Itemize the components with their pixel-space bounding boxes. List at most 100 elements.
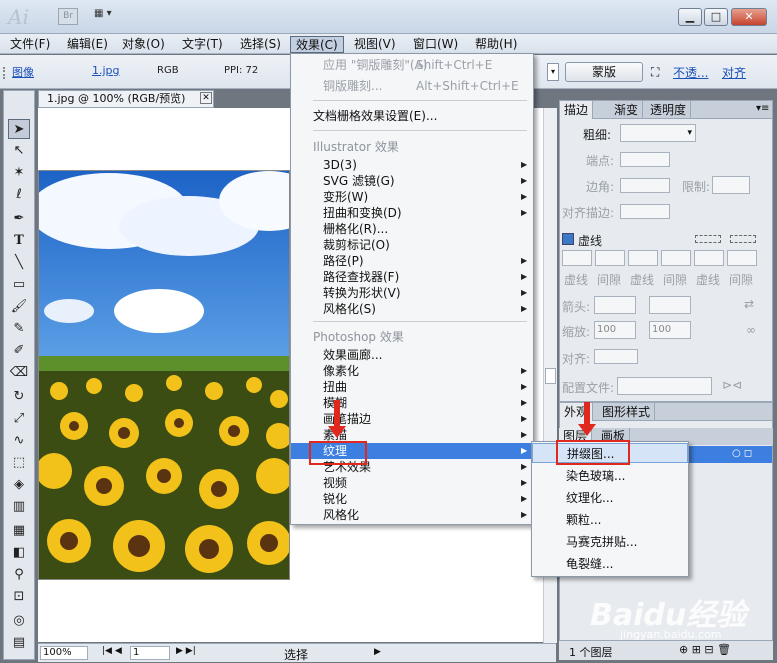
scale-end-field[interactable]: 100 (649, 321, 691, 339)
lasso-tool-icon[interactable]: ℓ (8, 185, 30, 205)
type-tool-icon[interactable]: T (8, 231, 30, 251)
layer-row-selected[interactable]: ○ ◻ (686, 446, 772, 463)
menu-video[interactable]: 视频 ▶ (291, 475, 533, 491)
control-bar-grip[interactable] (3, 67, 7, 79)
paintbrush-tool-icon[interactable]: 🖌 (8, 297, 30, 317)
first-page-icon[interactable]: |◀ ◀ (102, 646, 122, 656)
blob-brush-tool-icon[interactable]: ✐ (8, 341, 30, 361)
dash-field[interactable] (694, 250, 724, 266)
line-tool-icon[interactable]: ╲ (8, 253, 30, 273)
tab-transparency[interactable]: 透明度 (646, 101, 692, 119)
tab-stroke[interactable]: 描边 (560, 101, 594, 119)
cap-buttons[interactable] (620, 152, 670, 167)
menu-warp[interactable]: 变形(W) ▶ (291, 189, 533, 205)
weight-dropdown[interactable]: ▾ (620, 124, 696, 142)
dash-preserve-icon[interactable] (695, 235, 721, 243)
menu-pixelate[interactable]: 像素化 ▶ (291, 363, 533, 379)
document-tab[interactable]: 1.jpg @ 100% (RGB/预览) ✕ (38, 90, 214, 108)
pen-tool-icon[interactable]: ✒ (8, 209, 30, 229)
menu-texturizer[interactable]: 纹理化... (532, 488, 688, 508)
gradient-tool-icon[interactable]: ◧ (8, 543, 30, 563)
opacity-link[interactable]: 不透... (673, 64, 708, 81)
link-scale-icon[interactable]: ∞ (746, 323, 756, 337)
warp-tool-icon[interactable]: ∿ (8, 431, 30, 451)
status-menu-arrow[interactable]: ▶ (374, 647, 381, 657)
layers-actions-icons[interactable]: ⊕ ⊞ ⊟ 🗑 (679, 643, 731, 656)
free-transform-tool-icon[interactable]: ⬚ (8, 453, 30, 473)
align-link[interactable]: 对齐 (722, 64, 746, 81)
arrange-documents-button[interactable]: ▦ ▾ (94, 8, 128, 25)
menu-stained-glass[interactable]: 染色玻璃... (532, 466, 688, 486)
maximize-button[interactable]: □ (704, 8, 728, 26)
embed-dropdown[interactable]: ▾ (547, 63, 559, 81)
menu-apply-last-effect[interactable]: 应用 "铜版雕刻"(A) Shift+Ctrl+E (291, 57, 533, 73)
flip-profile-icon[interactable]: ⊳⊲ (722, 378, 742, 392)
eyedropper-tool-icon[interactable]: ⚲ (8, 565, 30, 585)
transform-icon[interactable]: ⛶ (651, 65, 659, 80)
menu-last-effect[interactable]: 铜版雕刻... Alt+Shift+Ctrl+E (291, 78, 533, 94)
menu-crop-marks[interactable]: 裁剪标记(O) (291, 237, 533, 253)
object-kind-link[interactable]: 图像 (12, 64, 34, 80)
dashed-line-checkbox[interactable] (562, 233, 574, 245)
column-graph-tool-icon[interactable]: ▤ (8, 633, 30, 653)
menu-effect[interactable]: 效果(C) (290, 36, 344, 53)
menu-craquelure[interactable]: 龟裂缝... (532, 554, 688, 574)
shape-builder-tool-icon[interactable]: ◈ (8, 475, 30, 495)
mask-button[interactable]: 蒙版 (565, 62, 643, 82)
last-page-icon[interactable]: ▶ ▶| (176, 646, 196, 656)
menu-type[interactable]: 文字(T) (177, 36, 228, 53)
filename-link[interactable]: 1.jpg (92, 64, 120, 77)
eraser-tool-icon[interactable]: ⌫ (8, 363, 30, 383)
zoom-field[interactable]: 100% (40, 646, 88, 660)
gap-field[interactable] (595, 250, 625, 266)
gap-field[interactable] (727, 250, 757, 266)
layer-target-icon[interactable]: ○ ◻ (732, 448, 752, 459)
placed-image[interactable] (38, 170, 290, 580)
tab-gradient[interactable]: 渐变 (610, 101, 644, 119)
blend-tool-icon[interactable]: ⊡ (8, 587, 30, 607)
menu-distort[interactable]: 扭曲 ▶ (291, 379, 533, 395)
pencil-tool-icon[interactable]: ✎ (8, 319, 30, 339)
rectangle-tool-icon[interactable]: ▭ (8, 275, 30, 295)
scale-start-field[interactable]: 100 (594, 321, 636, 339)
bridge-button[interactable]: Br (58, 8, 78, 25)
selection-tool-icon[interactable]: ➤ (8, 119, 30, 139)
menu-view[interactable]: 视图(V) (349, 36, 401, 53)
graph-tool-icon[interactable]: ▥ (8, 497, 30, 517)
swap-arrows-icon[interactable]: ⇄ (744, 297, 754, 311)
status-text[interactable]: 选择 (284, 646, 308, 663)
arrow-start-dropdown[interactable] (594, 296, 636, 314)
menu-effect-gallery[interactable]: 效果画廊... (291, 347, 533, 363)
menu-stylize-illustrator[interactable]: 风格化(S) ▶ (291, 301, 533, 317)
dash-field[interactable] (628, 250, 658, 266)
limit-field[interactable] (712, 176, 750, 194)
profile-dropdown[interactable] (617, 377, 712, 395)
menu-distort-transform[interactable]: 扭曲和变换(D) ▶ (291, 205, 533, 221)
menu-window[interactable]: 窗口(W) (408, 36, 463, 53)
menu-file[interactable]: 文件(F) (5, 36, 55, 53)
menu-grain[interactable]: 颗粒... (532, 510, 688, 530)
scroll-thumb[interactable] (545, 368, 556, 384)
menu-help[interactable]: 帮助(H) (470, 36, 522, 53)
dash-field[interactable] (562, 250, 592, 266)
menu-svg-filters[interactable]: SVG 滤镜(G) ▶ (291, 173, 533, 189)
corner-buttons[interactable] (620, 178, 670, 193)
scale-tool-icon[interactable]: ⤢ (8, 409, 30, 429)
menu-mosaic-tiles[interactable]: 马赛克拼贴... (532, 532, 688, 552)
menu-blur[interactable]: 模糊▶ (291, 395, 533, 411)
menu-select[interactable]: 选择(S) (235, 36, 286, 53)
magic-wand-tool-icon[interactable]: ✶ (8, 163, 30, 183)
menu-edit[interactable]: 编辑(E) (62, 36, 113, 53)
close-button[interactable]: ✕ (731, 8, 767, 26)
align-stroke-buttons[interactable] (620, 204, 670, 219)
tab-graphic-styles[interactable]: 图形样式 (598, 403, 656, 421)
arrow-align-buttons[interactable] (594, 349, 638, 364)
menu-document-raster-settings[interactable]: 文档栅格效果设置(E)... (291, 108, 533, 124)
menu-3d[interactable]: 3D(3) ▶ (291, 157, 533, 173)
close-tab-icon[interactable]: ✕ (200, 92, 212, 104)
menu-stylize-photoshop[interactable]: 风格化 ▶ (291, 507, 533, 523)
menu-path[interactable]: 路径(P) ▶ (291, 253, 533, 269)
menu-brush-strokes[interactable]: 画笔描边 ▶ (291, 411, 533, 427)
menu-pathfinder[interactable]: 路径查找器(F) ▶ (291, 269, 533, 285)
menu-sharpen[interactable]: 锐化 ▶ (291, 491, 533, 507)
